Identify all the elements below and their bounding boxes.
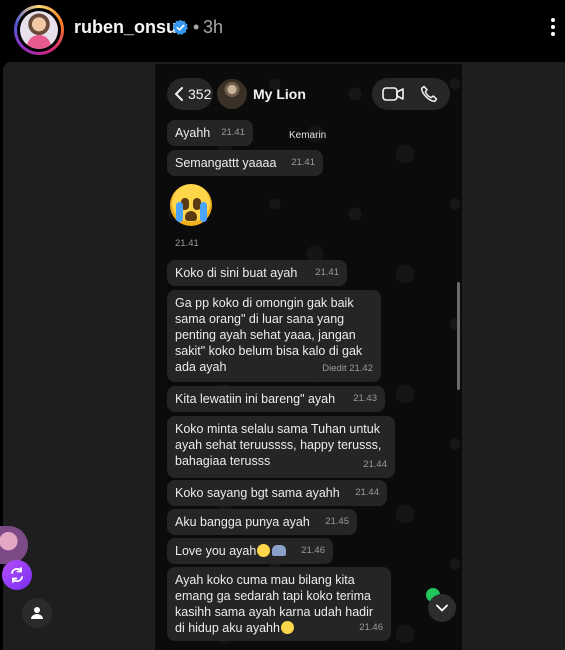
message-bubble[interactable]: Koko sayang bgt sama ayahh 21.44 bbox=[167, 480, 387, 506]
message-time: 21.41 bbox=[175, 238, 199, 249]
video-call-icon[interactable] bbox=[382, 87, 404, 101]
message-time: 21.45 bbox=[325, 516, 349, 527]
message-time: 21.41 bbox=[291, 157, 315, 168]
message-text: Semangattt yaaaa bbox=[175, 156, 277, 170]
post-time: 3h bbox=[203, 17, 224, 37]
chat-header: 352 My Lion bbox=[155, 64, 462, 122]
contact-avatar[interactable] bbox=[217, 79, 247, 109]
message-bubble[interactable]: Kita lewatiin ini bareng" ayah 21.43 bbox=[167, 386, 385, 412]
people-emoji bbox=[272, 545, 287, 556]
remix-icon bbox=[11, 567, 23, 583]
message-bubble[interactable]: Koko di sini buat ayah 21.41 bbox=[167, 260, 347, 286]
message-bubble[interactable]: Ga pp koko di omongin gak baik sama oran… bbox=[167, 290, 381, 382]
call-actions bbox=[372, 78, 450, 110]
back-button[interactable]: 352 bbox=[167, 78, 213, 110]
message-time: 21.41 bbox=[221, 127, 245, 138]
message-text: Ayah koko cuma mau bilang kita emang ga … bbox=[175, 573, 377, 635]
avatar-image bbox=[20, 11, 58, 49]
chat-scrollbar[interactable] bbox=[457, 282, 460, 390]
message-text: Kita lewatiin ini bareng" ayah bbox=[175, 392, 336, 406]
message-time: 21.46 bbox=[359, 622, 383, 633]
message-text: Koko di sini buat ayah bbox=[175, 266, 298, 280]
remix-button[interactable] bbox=[2, 560, 32, 590]
verified-badge-icon bbox=[172, 19, 188, 35]
message-bubble[interactable]: Aku bangga punya ayah 21.45 bbox=[167, 509, 357, 535]
unread-count: 352 bbox=[188, 86, 212, 102]
chevron-down-icon bbox=[436, 604, 448, 612]
more-options-icon[interactable] bbox=[548, 18, 558, 40]
chat-screenshot: 352 My Lion Kemarin Ayahh 21.41 Semangat… bbox=[155, 64, 462, 650]
crying-emoji bbox=[257, 544, 271, 557]
tagged-user-button[interactable] bbox=[22, 598, 52, 628]
message-time: 21.46 bbox=[301, 545, 325, 556]
phone-call-icon[interactable] bbox=[420, 85, 438, 103]
message-bubble[interactable]: Koko minta selalu sama Tuhan untuk ayah … bbox=[167, 416, 395, 478]
separator-dot: • bbox=[193, 17, 200, 37]
message-time: 21.41 bbox=[315, 267, 339, 278]
message-text: Koko sayang bgt sama ayahh bbox=[175, 486, 340, 500]
message-time: Diedit 21.42 bbox=[322, 363, 373, 374]
date-separator: Kemarin bbox=[289, 130, 327, 141]
message-bubble[interactable]: Ayah koko cuma mau bilang kita emang ga … bbox=[167, 567, 391, 641]
message-text: Aku bangga punya ayah bbox=[175, 515, 310, 529]
message-text: Love you ayah bbox=[175, 544, 257, 558]
message-bubble[interactable]: Love you ayah 21.46 bbox=[167, 538, 333, 564]
message-text: Koko minta selalu sama Tuhan untuk ayah … bbox=[175, 422, 385, 468]
message-time: 21.44 bbox=[363, 459, 387, 470]
message-bubble[interactable]: Ayahh 21.41 bbox=[167, 120, 253, 146]
story-avatar[interactable] bbox=[14, 5, 64, 55]
message-time: 21.43 bbox=[353, 393, 377, 404]
message-bubble[interactable]: Semangattt yaaaa 21.41 bbox=[167, 150, 323, 176]
contact-name[interactable]: My Lion bbox=[253, 86, 306, 102]
username[interactable]: ruben_onsu bbox=[74, 17, 177, 38]
message-text: Ayahh bbox=[175, 126, 211, 140]
post-header: ruben_onsu • 3h bbox=[0, 0, 565, 62]
person-icon bbox=[31, 607, 43, 619]
loudly-crying-emoji[interactable] bbox=[170, 184, 212, 226]
chevron-left-icon bbox=[174, 87, 183, 101]
message-time: 21.44 bbox=[355, 487, 379, 498]
scroll-down-button[interactable] bbox=[428, 594, 456, 622]
crying-emoji bbox=[280, 621, 294, 634]
